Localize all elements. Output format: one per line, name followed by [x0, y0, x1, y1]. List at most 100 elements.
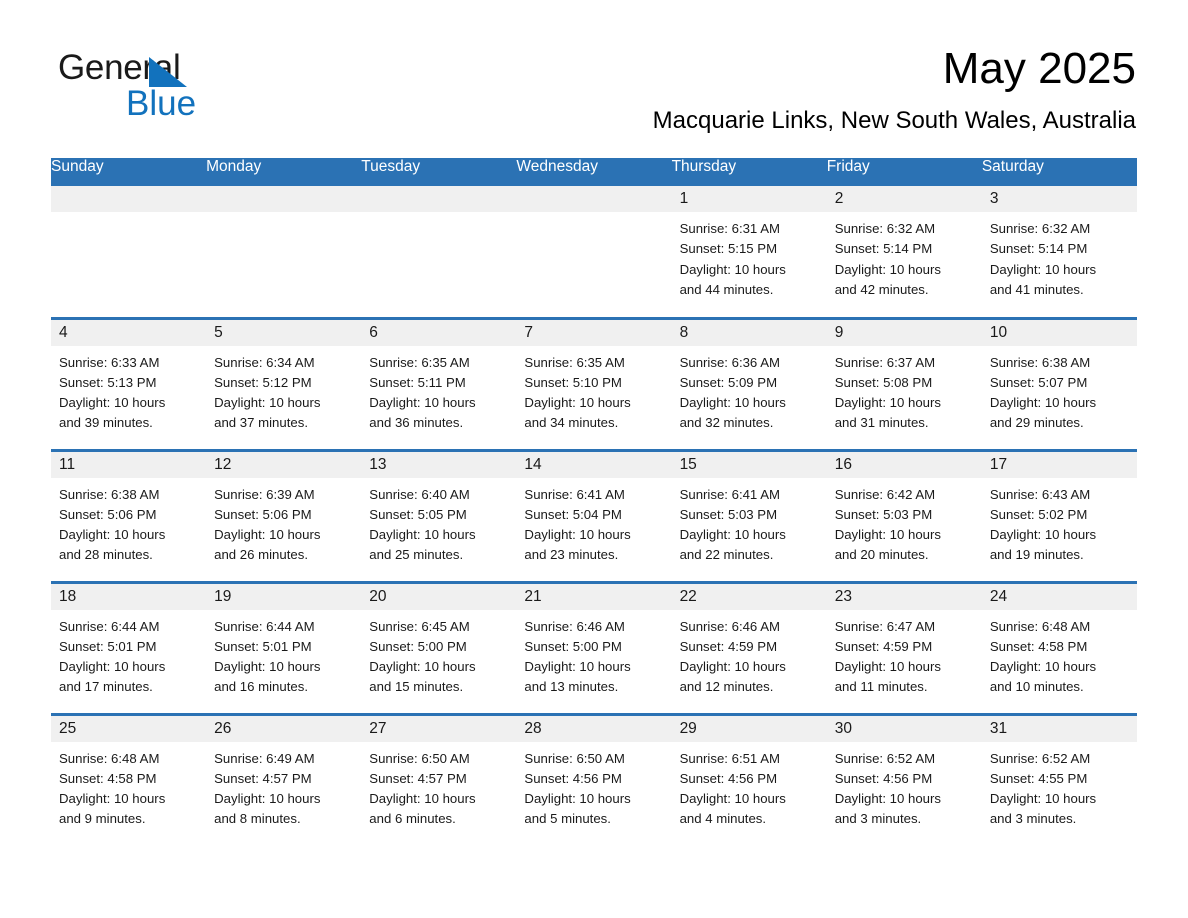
calendar-day-cell[interactable]: 2 Sunrise: 6:32 AM Sunset: 5:14 PM Daylight…: [826, 186, 982, 318]
calendar-day-cell[interactable]: 27 Sunrise: 6:50 AM Sunset: 4:57 PM Dayligh…: [361, 712, 517, 846]
day-details: Sunrise: 6:46 AM Sunset: 5:00 PM Daylight:…: [516, 610, 671, 698]
calendar-day-cell[interactable]: 3 Sunrise: 6:32 AM Sunset: 5:14 PM Daylight…: [981, 186, 1137, 318]
day-number: 11: [51, 451, 207, 478]
daylight-text-line1: Daylight: 10 hours: [524, 659, 631, 675]
day-number: 7: [516, 319, 672, 346]
calendar-day-cell[interactable]: 18 Sunrise: 6:44 AM Sunset: 5:01 PM Dayligh…: [51, 580, 207, 714]
calendar-header-row-group: Sunday Monday Tuesday Wednesday Thursday…: [51, 158, 1137, 186]
calendar-day-cell[interactable]: 31 Sunrise: 6:52 AM Sunset: 4:55 PM Dayligh…: [981, 712, 1137, 846]
day-details: Sunrise: 6:50 AM Sunset: 4:56 PM Daylight:…: [516, 742, 671, 830]
weekday-header-row: Sunday Monday Tuesday Wednesday Thursday…: [51, 158, 1137, 186]
daylight-text-line1: Daylight: 10 hours: [679, 659, 786, 675]
sunset-text: Sunset: 5:06 PM: [59, 506, 157, 522]
calendar-day-cell[interactable]: 19 Sunrise: 6:44 AM Sunset: 5:01 PM Dayligh…: [206, 580, 362, 714]
calendar-day-cell[interactable]: 30 Sunrise: 6:52 AM Sunset: 4:56 PM Dayligh…: [826, 712, 982, 846]
calendar-day-cell[interactable]: 25 Sunrise: 6:48 AM Sunset: 4:58 PM Dayligh…: [51, 712, 207, 846]
day-details: Sunrise: 6:31 AM Sunset: 5:15 PM Daylight:…: [672, 212, 827, 300]
daylight-text-line2: and 31 minutes.: [834, 415, 929, 431]
calendar-day-cell[interactable]: 15 Sunrise: 6:41 AM Sunset: 5:03 PM Dayligh…: [671, 448, 827, 582]
sunset-text: Sunset: 4:56 PM: [524, 770, 622, 786]
day-number: 28: [516, 715, 672, 742]
weekday-header-sunday: Sunday: [51, 158, 207, 186]
daylight-text-line1: Daylight: 10 hours: [524, 791, 631, 807]
generalblue-logo: General Blue: [58, 48, 258, 123]
sunrise-text: Sunrise: 6:48 AM: [59, 750, 160, 766]
sunrise-text: Sunrise: 6:41 AM: [679, 486, 780, 502]
daylight-text-line2: and 20 minutes.: [834, 547, 929, 563]
day-details: Sunrise: 6:35 AM Sunset: 5:10 PM Daylight:…: [516, 346, 671, 434]
calendar-day-cell[interactable]: 24 Sunrise: 6:48 AM Sunset: 4:58 PM Dayligh…: [981, 580, 1137, 714]
calendar-day-cell[interactable]: 20 Sunrise: 6:45 AM Sunset: 5:00 PM Dayligh…: [361, 580, 517, 714]
calendar-day-cell[interactable]: 12 Sunrise: 6:39 AM Sunset: 5:06 PM Dayligh…: [206, 448, 362, 582]
day-number: 23: [826, 583, 982, 610]
day-details: Sunrise: 6:44 AM Sunset: 5:01 PM Daylight:…: [206, 610, 361, 698]
daylight-text-line1: Daylight: 10 hours: [59, 791, 166, 807]
calendar-day-cell[interactable]: 7 Sunrise: 6:35 AM Sunset: 5:10 PM Daylight…: [516, 316, 672, 450]
daylight-text-line1: Daylight: 10 hours: [834, 791, 941, 807]
sunrise-text: Sunrise: 6:40 AM: [369, 486, 470, 502]
calendar-day-cell[interactable]: 28 Sunrise: 6:50 AM Sunset: 4:56 PM Dayligh…: [516, 712, 672, 846]
daylight-text-line2: and 26 minutes.: [214, 547, 308, 563]
daylight-text-line2: and 16 minutes.: [214, 679, 308, 695]
calendar-day-cell[interactable]: 13 Sunrise: 6:40 AM Sunset: 5:05 PM Dayligh…: [361, 448, 517, 582]
calendar-day-cell[interactable]: 4 Sunrise: 6:33 AM Sunset: 5:13 PM Daylight…: [51, 316, 207, 450]
calendar-day-cell[interactable]: 1 Sunrise: 6:31 AM Sunset: 5:15 PM Daylight…: [671, 186, 827, 318]
calendar-week-row: 11 Sunrise: 6:38 AM Sunset: 5:06 PM Dayligh…: [51, 448, 1137, 582]
calendar-week-row: 4 Sunrise: 6:33 AM Sunset: 5:13 PM Daylight…: [51, 316, 1137, 450]
daylight-text-line1: Daylight: 10 hours: [214, 527, 321, 543]
daylight-text-line1: Daylight: 10 hours: [834, 659, 941, 675]
sunrise-text: Sunrise: 6:51 AM: [679, 750, 780, 766]
page-subtitle: Macquarie Links, New South Wales, Austra…: [652, 107, 1136, 134]
sunset-text: Sunset: 4:55 PM: [989, 770, 1088, 786]
calendar-day-cell[interactable]: 21 Sunrise: 6:46 AM Sunset: 5:00 PM Dayligh…: [516, 580, 672, 714]
calendar-day-cell[interactable]: 23 Sunrise: 6:47 AM Sunset: 4:59 PM Dayligh…: [826, 580, 982, 714]
day-details: Sunrise: 6:50 AM Sunset: 4:57 PM Daylight:…: [361, 742, 516, 830]
day-details: Sunrise: 6:35 AM Sunset: 5:11 PM Daylight:…: [361, 346, 516, 434]
calendar-day-cell[interactable]: 6 Sunrise: 6:35 AM Sunset: 5:11 PM Daylight…: [361, 316, 517, 450]
calendar-day-cell[interactable]: 16 Sunrise: 6:42 AM Sunset: 5:03 PM Dayligh…: [826, 448, 982, 582]
calendar-day-cell[interactable]: 5 Sunrise: 6:34 AM Sunset: 5:12 PM Daylight…: [206, 316, 362, 450]
calendar-day-cell[interactable]: 29 Sunrise: 6:51 AM Sunset: 4:56 PM Dayligh…: [671, 712, 827, 846]
sunrise-text: Sunrise: 6:42 AM: [834, 486, 936, 502]
sunset-text: Sunset: 4:57 PM: [369, 770, 467, 786]
calendar-day-cell[interactable]: 11 Sunrise: 6:38 AM Sunset: 5:06 PM Dayligh…: [51, 448, 207, 582]
day-details: Sunrise: 6:41 AM Sunset: 5:03 PM Daylight:…: [672, 478, 827, 566]
sunset-text: Sunset: 5:00 PM: [369, 638, 467, 654]
daylight-text-line2: and 28 minutes.: [59, 547, 153, 563]
daylight-text-line1: Daylight: 10 hours: [989, 791, 1097, 807]
weekday-header-tuesday: Tuesday: [361, 158, 517, 186]
day-number: 24: [981, 583, 1137, 610]
sunset-text: Sunset: 5:14 PM: [989, 241, 1088, 257]
daylight-text-line2: and 34 minutes.: [524, 415, 619, 431]
calendar-day-cell[interactable]: 14 Sunrise: 6:41 AM Sunset: 5:04 PM Dayligh…: [516, 448, 672, 582]
sunrise-text: Sunrise: 6:44 AM: [59, 618, 160, 634]
day-details: Sunrise: 6:49 AM Sunset: 4:57 PM Daylight:…: [206, 742, 361, 830]
day-details: Sunrise: 6:52 AM Sunset: 4:56 PM Daylight:…: [827, 742, 982, 830]
title-block: May 2025 Macquarie Links, New South Wale…: [653, 42, 1136, 136]
calendar-day-cell[interactable]: 26 Sunrise: 6:49 AM Sunset: 4:57 PM Dayligh…: [206, 712, 362, 846]
day-number: [206, 186, 362, 212]
sunset-text: Sunset: 5:09 PM: [679, 374, 778, 390]
sunset-text: Sunset: 5:03 PM: [834, 506, 933, 522]
calendar-day-cell[interactable]: 9 Sunrise: 6:37 AM Sunset: 5:08 PM Daylight…: [826, 316, 982, 450]
daylight-text-line2: and 6 minutes.: [369, 811, 456, 827]
day-details: Sunrise: 6:43 AM Sunset: 5:02 PM Daylight:…: [982, 478, 1137, 566]
sunset-text: Sunset: 5:15 PM: [679, 241, 778, 257]
sunrise-text: Sunrise: 6:46 AM: [524, 618, 625, 634]
logo-triangle-icon: [149, 57, 187, 87]
daylight-text-line1: Daylight: 10 hours: [989, 261, 1097, 277]
sunrise-text: Sunrise: 6:35 AM: [369, 354, 470, 370]
sunrise-text: Sunrise: 6:52 AM: [834, 750, 936, 766]
calendar-day-cell[interactable]: 22 Sunrise: 6:46 AM Sunset: 4:59 PM Dayligh…: [671, 580, 827, 714]
calendar-day-cell[interactable]: 8 Sunrise: 6:36 AM Sunset: 5:09 PM Daylight…: [671, 316, 827, 450]
daylight-text-line2: and 25 minutes.: [369, 547, 464, 563]
sunset-text: Sunset: 5:12 PM: [214, 374, 312, 390]
calendar-day-cell[interactable]: 10 Sunrise: 6:38 AM Sunset: 5:07 PM Dayligh…: [981, 316, 1137, 450]
sunrise-text: Sunrise: 6:35 AM: [524, 354, 625, 370]
day-details: Sunrise: 6:33 AM Sunset: 5:13 PM Daylight:…: [51, 346, 206, 434]
sunrise-text: Sunrise: 6:46 AM: [679, 618, 780, 634]
daylight-text-line2: and 15 minutes.: [369, 679, 464, 695]
calendar-day-cell[interactable]: 17 Sunrise: 6:43 AM Sunset: 5:02 PM Dayligh…: [981, 448, 1137, 582]
day-details: Sunrise: 6:45 AM Sunset: 5:00 PM Daylight:…: [361, 610, 516, 698]
daylight-text-line1: Daylight: 10 hours: [989, 527, 1097, 543]
